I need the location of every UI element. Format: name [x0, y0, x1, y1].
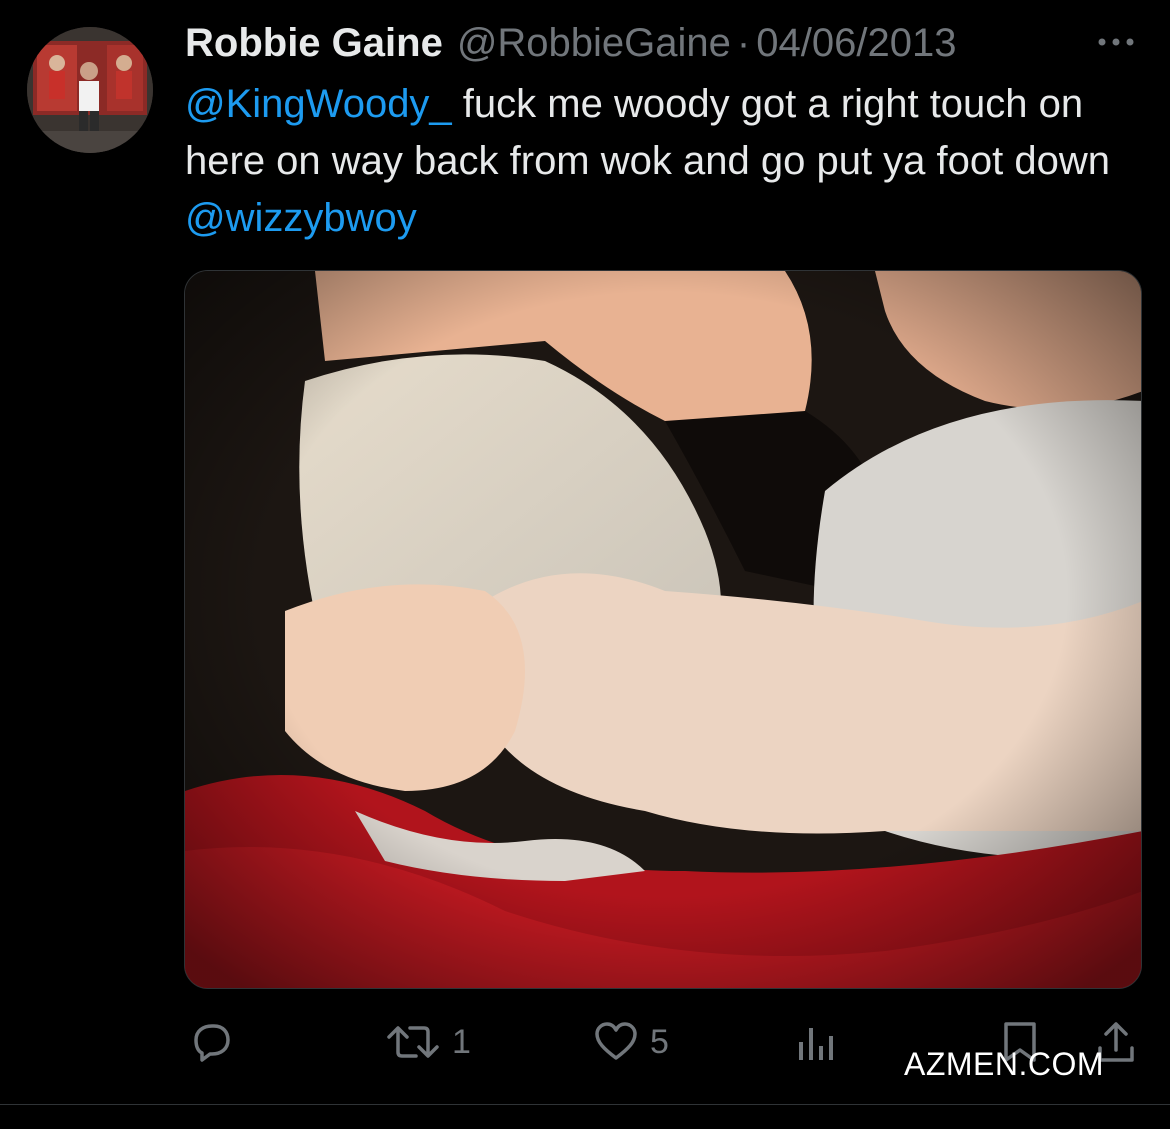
tweet-text: @KingWoody_ fuck me woody got a right to…: [185, 76, 1145, 247]
retweet-button[interactable]: 1: [384, 1012, 471, 1072]
views-chart-icon: [795, 1018, 839, 1066]
more-options-icon[interactable]: [1092, 30, 1140, 54]
retweet-count: 1: [452, 1022, 471, 1061]
user-handle[interactable]: @RobbieGaine: [457, 18, 731, 68]
mention-link[interactable]: @wizzybwoy: [185, 196, 417, 240]
photo-image: [185, 271, 1141, 988]
display-name[interactable]: Robbie Gaine: [185, 18, 443, 68]
mention-link[interactable]: @KingWoody_: [185, 82, 452, 126]
tweet-date[interactable]: 04/06/2013: [756, 18, 956, 68]
tweet-media-photo[interactable]: [184, 270, 1142, 989]
like-button[interactable]: 5: [592, 1012, 669, 1072]
tweet-header: Robbie Gaine @RobbieGaine · 04/06/2013: [185, 18, 956, 68]
header-separator: ·: [736, 21, 751, 65]
reply-button[interactable]: [188, 1012, 236, 1072]
avatar-photo: [27, 27, 153, 153]
like-count: 5: [650, 1022, 669, 1061]
views-button[interactable]: [795, 1012, 839, 1072]
watermark-text: AZMEN.COM: [904, 1046, 1105, 1082]
reply-icon: [188, 1018, 236, 1066]
tweet-divider: [0, 1104, 1170, 1105]
avatar[interactable]: [27, 27, 153, 153]
retweet-icon: [384, 1018, 442, 1066]
heart-icon: [592, 1018, 640, 1066]
